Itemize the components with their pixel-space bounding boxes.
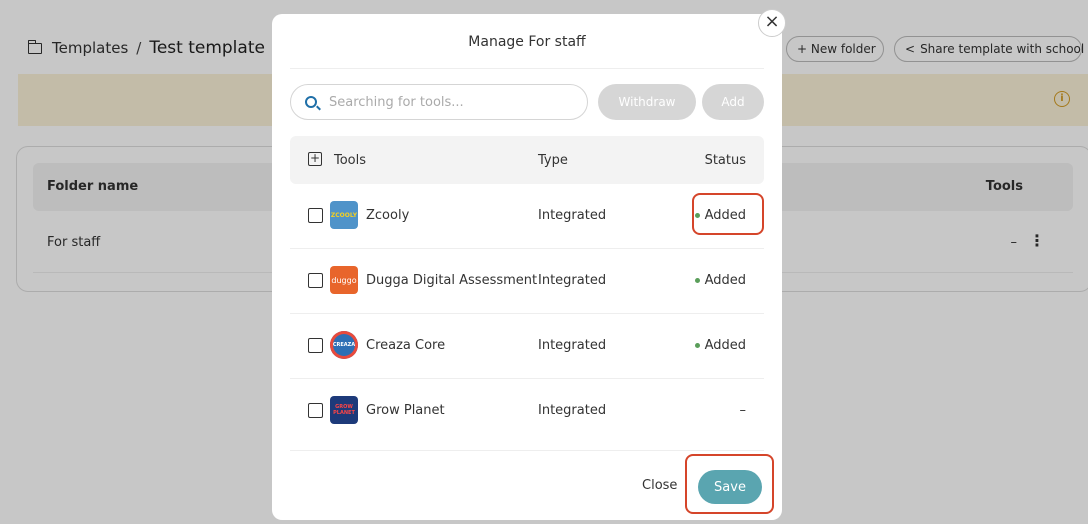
tool-type: Integrated [538, 208, 607, 223]
save-highlight-box [685, 454, 774, 514]
tool-checkbox[interactable] [308, 208, 323, 223]
add-button[interactable]: Add [702, 84, 764, 120]
tool-row-dugga: duggo Dugga Digital Assessment Integrate… [290, 249, 764, 314]
select-all-checkbox[interactable]: + [308, 152, 322, 166]
grow-planet-logo: GROW PLANET [330, 396, 358, 424]
tool-row-creaza: CREAZA Creaza Core Integrated Added [290, 314, 764, 379]
tool-name: Dugga Digital Assessment [366, 273, 538, 288]
tool-name: Zcooly [366, 208, 410, 223]
tools-table-header: + Tools Type Status [290, 136, 764, 184]
creaza-logo: CREAZA [330, 331, 358, 359]
added-dot-icon [694, 278, 700, 283]
withdraw-button[interactable]: Withdraw [598, 84, 696, 120]
tool-checkbox[interactable] [308, 273, 323, 288]
grow-planet-logo-text: GROW PLANET [333, 404, 355, 416]
close-button[interactable]: Close [642, 478, 677, 493]
creaza-logo-text: CREAZA [332, 342, 356, 348]
zcooly-logo: ZCOOLY [330, 201, 358, 229]
tool-type: Integrated [538, 273, 607, 288]
status-label: Added [704, 273, 746, 288]
added-dot-icon [694, 343, 700, 348]
tool-type: Integrated [538, 338, 607, 353]
close-icon[interactable]: × [758, 9, 786, 37]
tool-checkbox[interactable] [308, 338, 323, 353]
tools-column-header: Tools [334, 153, 367, 168]
search-input[interactable] [329, 94, 559, 110]
status-label: – [739, 403, 747, 418]
tool-checkbox[interactable] [308, 403, 323, 418]
search-box[interactable] [290, 84, 588, 120]
tool-name: Grow Planet [366, 403, 445, 418]
dugga-logo-text: duggo [331, 275, 357, 285]
tool-name: Creaza Core [366, 338, 446, 353]
zcooly-logo-text: ZCOOLY [330, 211, 358, 219]
status-column-header: Status [704, 153, 746, 168]
tool-row-grow-planet: GROW PLANET Grow Planet Integrated – [290, 379, 764, 451]
status-label: Added [704, 338, 746, 353]
type-column-header: Type [538, 153, 568, 168]
search-icon [305, 96, 317, 108]
tool-type: Integrated [538, 403, 607, 418]
tool-status: – [740, 403, 747, 418]
status-highlight-box [692, 193, 764, 235]
tool-status: Added [694, 273, 746, 288]
modal-title: Manage For staff [468, 34, 586, 50]
footer-divider [290, 450, 764, 451]
manage-tools-modal: Manage For staff Withdraw Add + Tools Ty… [272, 14, 782, 520]
modal-divider [290, 68, 764, 69]
tool-status: Added [694, 338, 746, 353]
dugga-logo: duggo [330, 266, 358, 294]
